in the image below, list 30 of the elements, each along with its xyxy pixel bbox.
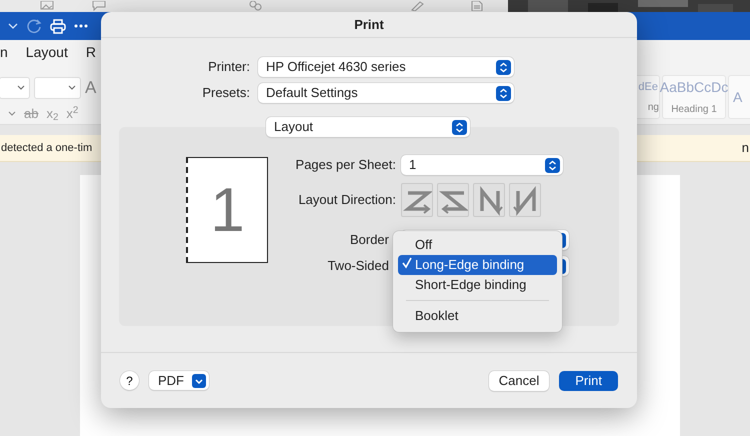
- ribbon-tab[interactable]: n: [0, 42, 8, 63]
- field-label: Presets:: [201, 84, 251, 102]
- pdf-menu-button[interactable]: PDF: [149, 371, 209, 390]
- setting-label: Layout Direction:: [297, 191, 397, 210]
- style-preview: A: [733, 88, 742, 106]
- menu-item[interactable]: Short-Edge binding: [398, 275, 557, 295]
- style-name: ng: [648, 100, 659, 115]
- style-name: Heading 1: [671, 103, 717, 117]
- cancel-button[interactable]: Cancel: [488, 370, 550, 390]
- message-text: n: [742, 139, 749, 158]
- select-popup[interactable]: Default Settings: [258, 83, 514, 103]
- message-text: detected a one-tim: [1, 140, 92, 156]
- ribbon-tab[interactable]: Layout: [26, 42, 68, 63]
- setting-label: Pages per Sheet:: [294, 156, 397, 174]
- help-button[interactable]: ?: [120, 371, 139, 390]
- pages-popup[interactable]: 1: [401, 155, 563, 175]
- menu-item[interactable]: Long-Edge binding: [398, 255, 557, 275]
- setting-label: Border: [348, 231, 390, 250]
- menu-item[interactable]: Booklet: [398, 306, 557, 326]
- menu-item[interactable]: Off: [398, 235, 557, 255]
- section-popup[interactable]: Layout: [266, 117, 470, 137]
- style-preview: dEe: [638, 80, 659, 96]
- ribbon-tab[interactable]: R: [86, 42, 96, 63]
- field-label: Printer:: [207, 58, 251, 76]
- page-number: 1: [210, 174, 245, 246]
- setting-label: Two-Sided: [326, 257, 390, 276]
- style-preview: AaBbCcDc: [660, 78, 728, 97]
- print-button[interactable]: Print: [559, 370, 618, 390]
- select-popup[interactable]: HP Officejet 4630 series: [258, 57, 514, 77]
- dialog-title: Print: [354, 16, 384, 34]
